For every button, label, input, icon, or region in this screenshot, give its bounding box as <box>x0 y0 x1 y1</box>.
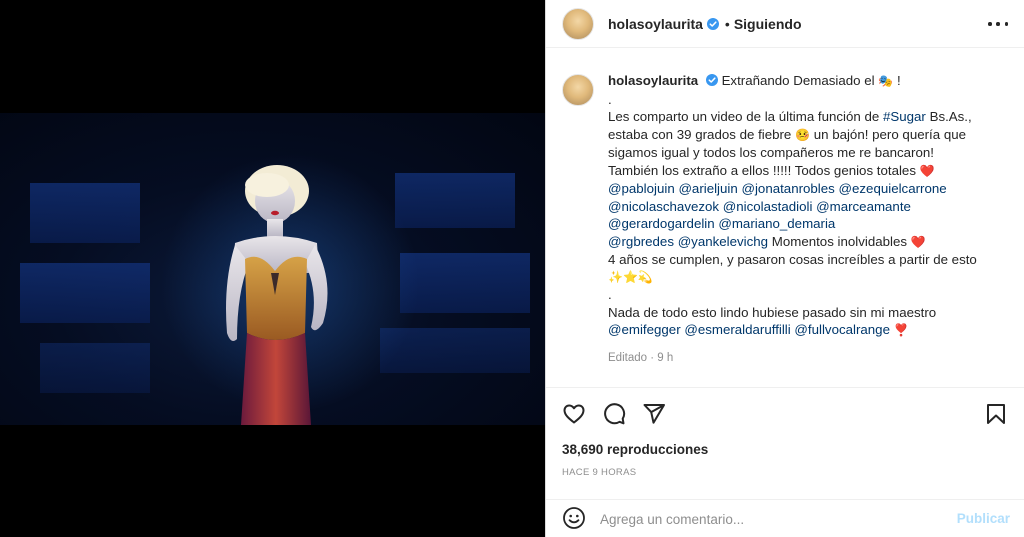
bookmark-icon[interactable] <box>984 402 1008 426</box>
caption-text-segment: ! <box>896 73 901 88</box>
caption-line: Les comparto un video de la última funci… <box>608 108 1008 126</box>
performer-figure <box>226 165 328 425</box>
caption-line: @rgbredes @yankelevichg Momentos inolvid… <box>608 233 1008 252</box>
mention-link[interactable]: @nicolaschavezok <box>608 199 719 214</box>
caption-line: También los extraño a ellos !!!!! Todos … <box>608 162 1008 181</box>
caption-text: holasoylaurita Extrañando Demasiado el 🎭… <box>608 72 1008 367</box>
post-timestamp[interactable]: HACE 9 HORAS <box>562 467 636 478</box>
post-caption: holasoylaurita Extrañando Demasiado el 🎭… <box>562 72 1012 367</box>
caption-line: @emifegger @esmeraldaruffilli @fullvocal… <box>608 321 1008 340</box>
mention-link[interactable]: @gerardogardelin <box>608 216 715 231</box>
separator-dot: • <box>724 15 730 32</box>
caption-text-segment: Extrañando Demasiado el <box>721 73 875 88</box>
mention-link[interactable]: @ezequielcarrone <box>839 181 947 196</box>
avatar[interactable] <box>562 7 594 40</box>
more-options-icon[interactable] <box>988 14 1008 34</box>
mention-link[interactable]: @emifegger <box>608 322 681 337</box>
video-frame[interactable] <box>0 113 545 425</box>
caption-text-segment: Bs.As., <box>925 109 972 124</box>
following-button[interactable]: Siguiendo <box>734 16 802 32</box>
background-panel <box>30 183 140 243</box>
caption-line: @gerardogardelin @mariano_demaria <box>608 215 1008 233</box>
mention-link[interactable]: @esmeraldaruffilli <box>684 322 790 337</box>
caption-text-segment: Les comparto un video de la última funci… <box>608 109 883 124</box>
caption-text-segment: estaba con 39 grados de fiebre <box>608 126 792 142</box>
heart-emoji: ❤️ <box>910 234 926 249</box>
post-side-panel: holasoylaurita • Siguiendo holasoylaurit… <box>545 0 1024 537</box>
author-username[interactable]: holasoylaurita <box>608 16 703 32</box>
caption-line: . <box>608 287 612 302</box>
post-header: holasoylaurita • Siguiendo <box>546 0 1024 48</box>
mention-link[interactable]: @mariano_demaria <box>718 216 835 231</box>
emoji-icon[interactable] <box>562 506 586 530</box>
fever-emoji: 🤒 <box>795 127 810 142</box>
background-panel <box>395 173 515 228</box>
caption-line: Nada de todo esto lindo hubiese pasado s… <box>608 304 937 320</box>
caption-line: @pablojuin @arieljuin @jonatanrobles @ez… <box>608 180 1008 198</box>
verified-badge-icon <box>705 74 718 86</box>
mention-link[interactable]: @rgbredes <box>608 234 674 249</box>
action-bar <box>562 402 1008 428</box>
caption-line: 4 años se cumplen, y pasaron cosas incre… <box>608 252 977 267</box>
share-icon[interactable] <box>642 402 666 426</box>
divider <box>546 387 1024 388</box>
heart-exclamation-emoji: ❣️ <box>893 323 909 337</box>
dot-icon <box>988 22 992 26</box>
caption-line: estaba con 39 grados de fiebre 🤒 un bajó… <box>608 126 1008 145</box>
comment-input[interactable] <box>600 509 940 529</box>
comment-icon[interactable] <box>602 402 626 426</box>
dot-icon <box>1004 22 1008 26</box>
publish-button[interactable]: Publicar <box>957 511 1010 526</box>
caption-text-segment: Momentos inolvidables <box>771 233 908 249</box>
comment-form: Publicar <box>546 500 1024 537</box>
caption-text-segment: También los extraño a ellos !!!!! Todos … <box>608 162 916 178</box>
avatar[interactable] <box>562 74 594 106</box>
instagram-post: holasoylaurita • Siguiendo holasoylaurit… <box>0 0 1024 537</box>
post-media[interactable] <box>0 0 545 537</box>
caption-line: @nicolaschavezok @nicolastadioli @marcea… <box>608 198 1008 216</box>
caption-line: sigamos igual y todos los compañeros me … <box>608 145 934 160</box>
background-panel <box>40 343 150 393</box>
background-panel <box>20 263 150 323</box>
heart-emoji: ❤️ <box>919 163 935 178</box>
heart-icon[interactable] <box>562 402 586 426</box>
view-count[interactable]: 38,690 reproducciones <box>562 442 708 457</box>
dot-icon <box>996 22 1000 26</box>
mention-link[interactable]: @fullvocalrange <box>794 322 890 337</box>
mention-link[interactable]: @yankelevichg <box>678 234 768 249</box>
caption-username[interactable]: holasoylaurita <box>608 73 698 88</box>
verified-badge-icon <box>706 17 719 30</box>
hashtag-link[interactable]: #Sugar <box>883 109 926 124</box>
mention-link[interactable]: @arieljuin <box>678 181 737 196</box>
mention-link[interactable]: @nicolastadioli <box>723 199 813 214</box>
edited-timestamp: Editado · 9 h <box>608 351 674 364</box>
theater-masks-emoji: 🎭 <box>878 74 894 88</box>
mention-link[interactable]: @marceamante <box>816 199 911 214</box>
caption-line: . <box>608 91 612 107</box>
caption-text-segment: un bajón! pero quería que <box>813 126 967 142</box>
sparkle-star-emojis: ✨⭐💫 <box>608 269 653 284</box>
mention-link[interactable]: @pablojuin <box>608 181 675 196</box>
mention-link[interactable]: @jonatanrobles <box>741 181 834 196</box>
caption-line: holasoylaurita Extrañando Demasiado el 🎭… <box>608 72 1008 91</box>
